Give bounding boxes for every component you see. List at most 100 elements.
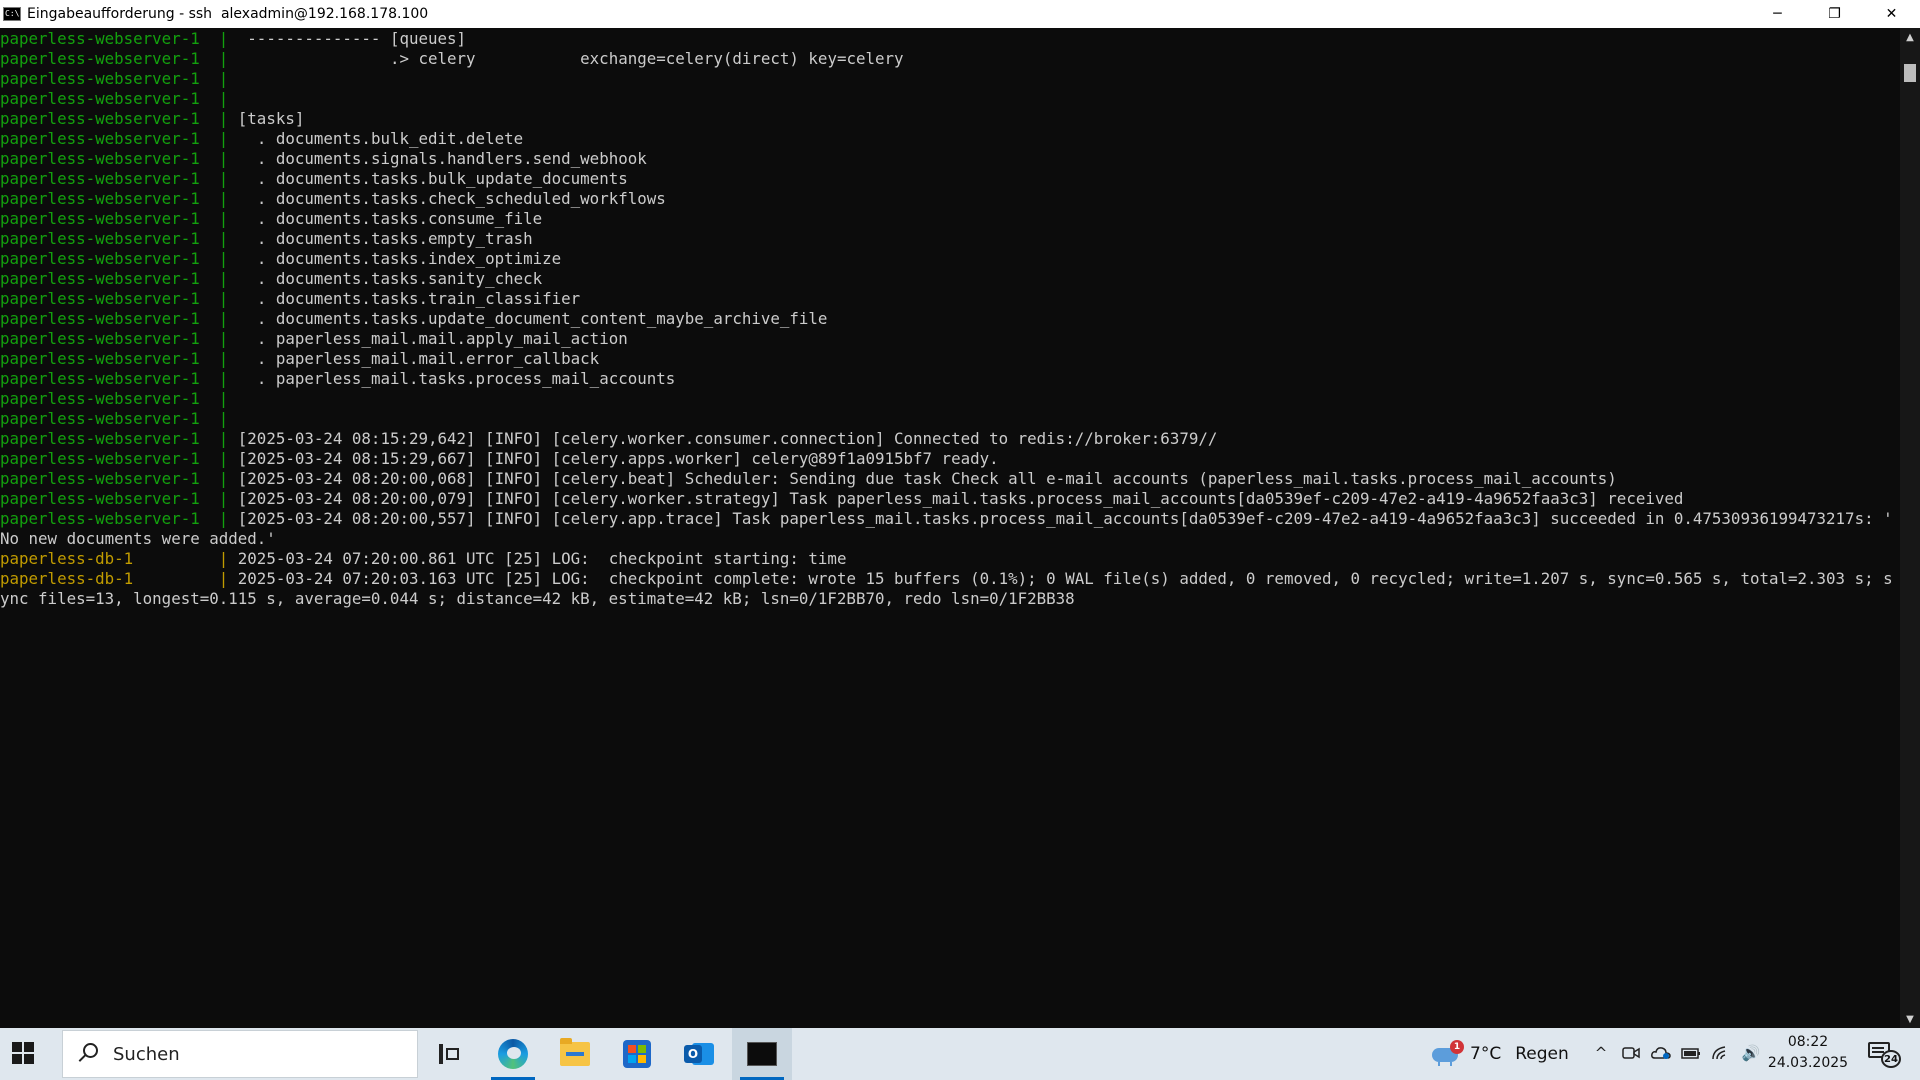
log-text: . documents.tasks.empty_trash bbox=[256, 229, 533, 248]
weather-widget[interactable]: 1 7°C Regen bbox=[1432, 1028, 1569, 1080]
rain-cloud-icon: 1 bbox=[1432, 1040, 1464, 1068]
command-prompt-icon bbox=[747, 1042, 777, 1066]
terminal-line: paperless-webserver-1 | .> celery exchan… bbox=[0, 49, 1900, 69]
microsoft-store-icon bbox=[623, 1040, 651, 1068]
scroll-up-arrow-icon[interactable]: ▲ bbox=[1900, 28, 1920, 46]
wifi-icon[interactable] bbox=[1710, 1042, 1732, 1064]
vertical-scrollbar[interactable]: ▲ ▼ bbox=[1900, 28, 1920, 1028]
line-separator: | bbox=[199, 209, 257, 228]
task-view-button[interactable] bbox=[420, 1028, 480, 1080]
line-separator: | bbox=[199, 129, 257, 148]
taskbar-app-command-prompt[interactable] bbox=[732, 1028, 792, 1080]
terminal-line: paperless-webserver-1 | . documents.task… bbox=[0, 229, 1900, 249]
log-text: . documents.tasks.train_classifier bbox=[256, 289, 581, 308]
volume-icon[interactable]: 🔊 bbox=[1740, 1042, 1762, 1064]
onedrive-cloud-icon[interactable] bbox=[1650, 1042, 1672, 1064]
line-separator: | bbox=[199, 489, 238, 508]
service-name: paperless-webserver-1 bbox=[0, 309, 200, 328]
log-text: . documents.tasks.index_optimize bbox=[256, 249, 562, 268]
task-view-icon bbox=[439, 1044, 461, 1064]
weather-alert-badge: 1 bbox=[1450, 1040, 1464, 1054]
service-name: paperless-webserver-1 bbox=[0, 109, 200, 128]
log-text: . documents.tasks.sanity_check bbox=[256, 269, 543, 288]
service-name: paperless-webserver-1 bbox=[0, 29, 200, 48]
start-button[interactable] bbox=[12, 1042, 36, 1066]
service-name: paperless-webserver-1 bbox=[0, 449, 200, 468]
log-text: . paperless_mail.tasks.process_mail_acco… bbox=[256, 369, 676, 388]
terminal-output[interactable]: paperless-webserver-1 | -------------- [… bbox=[0, 28, 1900, 1028]
log-text: . paperless_mail.mail.apply_mail_action bbox=[256, 329, 628, 348]
service-name: paperless-webserver-1 bbox=[0, 209, 200, 228]
line-separator: | bbox=[199, 469, 238, 488]
service-name: paperless-webserver-1 bbox=[0, 469, 200, 488]
terminal-line: paperless-webserver-1 | . paperless_mail… bbox=[0, 329, 1900, 349]
terminal-line: paperless-webserver-1 | [2025-03-24 08:2… bbox=[0, 469, 1900, 489]
store-tile bbox=[638, 1045, 646, 1053]
log-text: [2025-03-24 08:20:00,068] [INFO] [celery… bbox=[237, 469, 1617, 488]
terminal-line: ync files=13, longest=0.115 s, average=0… bbox=[0, 589, 1900, 609]
service-name: paperless-webserver-1 bbox=[0, 89, 200, 108]
clock-date: 24.03.2025 bbox=[1767, 1055, 1849, 1071]
terminal-line: paperless-webserver-1 | . documents.task… bbox=[0, 209, 1900, 229]
notification-count-badge: 24 bbox=[1881, 1050, 1901, 1068]
line-separator: | bbox=[199, 189, 257, 208]
log-text: [2025-03-24 08:15:29,642] [INFO] [celery… bbox=[237, 429, 1218, 448]
title-bar[interactable]: C:\ Eingabeaufforderung - ssh alexadmin@… bbox=[0, 0, 1920, 28]
log-text: [tasks] bbox=[237, 109, 305, 128]
taskbar-app-file-explorer[interactable] bbox=[545, 1028, 605, 1080]
windows-logo-icon bbox=[12, 1042, 36, 1064]
terminal-line: paperless-webserver-1 | bbox=[0, 389, 1900, 409]
log-text: . documents.tasks.consume_file bbox=[256, 209, 543, 228]
line-separator: | bbox=[199, 169, 257, 188]
line-separator: | bbox=[199, 149, 257, 168]
show-hidden-icons-chevron-icon[interactable]: ^ bbox=[1590, 1042, 1612, 1064]
terminal-line: paperless-webserver-1 | . paperless_mail… bbox=[0, 369, 1900, 389]
line-separator: | bbox=[199, 69, 229, 88]
battery-icon[interactable] bbox=[1680, 1042, 1702, 1064]
taskbar-clock[interactable]: 08:22 24.03.2025 bbox=[1766, 1032, 1850, 1076]
terminal-line: paperless-db-1 | 2025-03-24 07:20:00.861… bbox=[0, 549, 1900, 569]
service-name: paperless-webserver-1 bbox=[0, 149, 200, 168]
line-separator: | bbox=[199, 329, 257, 348]
restore-button[interactable]: ❐ bbox=[1806, 0, 1863, 28]
service-name: paperless-webserver-1 bbox=[0, 49, 200, 68]
taskbar-app-outlook[interactable]: O bbox=[669, 1028, 729, 1080]
service-name: paperless-webserver-1 bbox=[0, 269, 200, 288]
line-separator: | bbox=[199, 449, 238, 468]
log-text: . paperless_mail.mail.error_callback bbox=[256, 349, 600, 368]
notification-center-button[interactable]: 24 bbox=[1868, 1040, 1902, 1068]
terminal-line: paperless-webserver-1 | . documents.sign… bbox=[0, 149, 1900, 169]
terminal-line: paperless-webserver-1 | . documents.task… bbox=[0, 169, 1900, 189]
log-text: . documents.bulk_edit.delete bbox=[256, 129, 524, 148]
service-name: paperless-webserver-1 bbox=[0, 329, 200, 348]
log-text: [2025-03-24 08:20:00,557] [INFO] [celery… bbox=[237, 509, 1893, 528]
log-text: [2025-03-24 08:15:29,667] [INFO] [celery… bbox=[237, 449, 999, 468]
meet-now-icon[interactable] bbox=[1620, 1042, 1642, 1064]
weather-condition: Regen bbox=[1515, 1044, 1569, 1064]
taskbar-app-store[interactable] bbox=[607, 1028, 667, 1080]
minimize-button[interactable]: ─ bbox=[1749, 0, 1806, 28]
line-separator: | bbox=[199, 369, 257, 388]
terminal-line: paperless-webserver-1 | . documents.bulk… bbox=[0, 129, 1900, 149]
line-separator: | bbox=[199, 229, 257, 248]
service-name: paperless-db-1 bbox=[0, 569, 134, 588]
scroll-thumb[interactable] bbox=[1904, 64, 1916, 82]
store-tile bbox=[628, 1045, 636, 1053]
scroll-down-arrow-icon[interactable]: ▼ bbox=[1900, 1010, 1920, 1028]
taskbar-search-box[interactable]: Suchen bbox=[62, 1030, 418, 1078]
service-name: paperless-webserver-1 bbox=[0, 229, 200, 248]
service-name: paperless-webserver-1 bbox=[0, 409, 200, 428]
line-separator: | bbox=[133, 549, 238, 568]
service-name: paperless-webserver-1 bbox=[0, 349, 200, 368]
log-text: . documents.tasks.update_document_conten… bbox=[256, 309, 828, 328]
service-name: paperless-webserver-1 bbox=[0, 429, 200, 448]
terminal-line: paperless-webserver-1 | bbox=[0, 409, 1900, 429]
taskbar-app-edge[interactable] bbox=[483, 1028, 543, 1080]
log-text: No new documents were added.' bbox=[0, 529, 276, 548]
close-button[interactable]: ✕ bbox=[1863, 0, 1920, 28]
service-name: paperless-webserver-1 bbox=[0, 249, 200, 268]
search-placeholder: Suchen bbox=[113, 1043, 180, 1065]
service-name: paperless-db-1 bbox=[0, 549, 134, 568]
file-explorer-icon bbox=[560, 1038, 590, 1066]
line-separator: | bbox=[199, 509, 238, 528]
